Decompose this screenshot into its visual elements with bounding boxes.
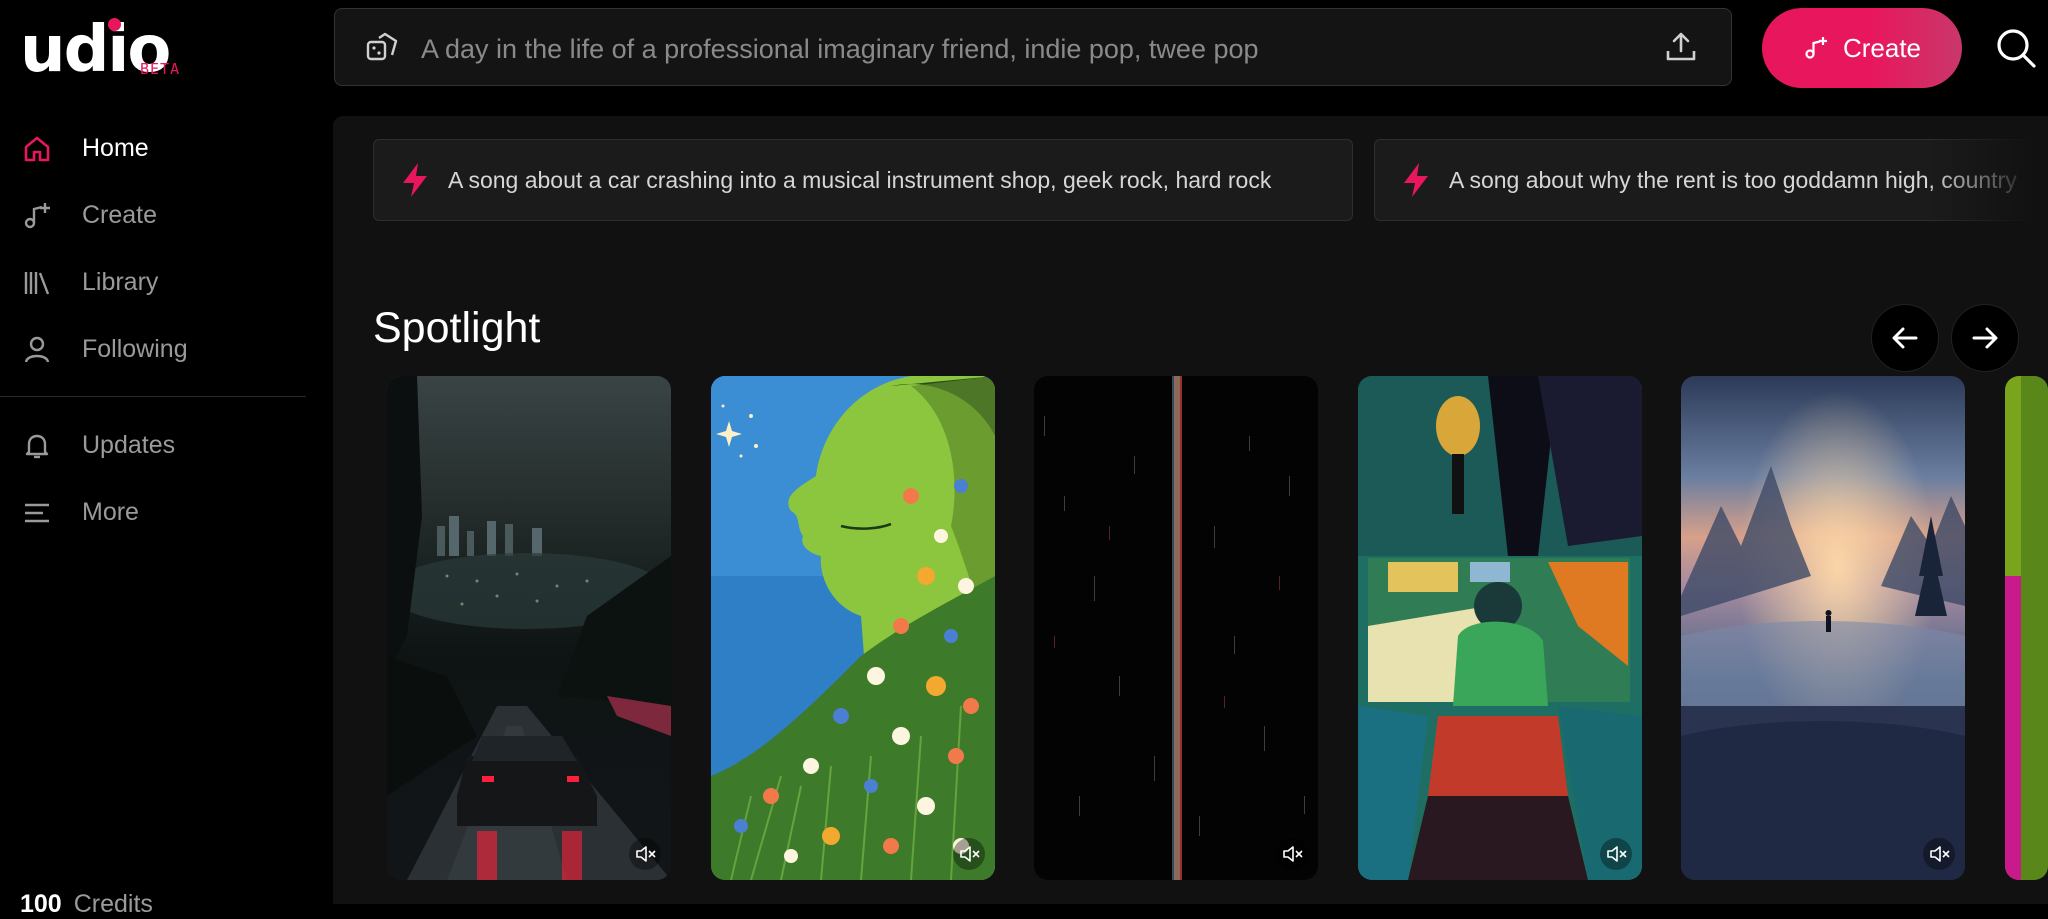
beta-badge: BETA xyxy=(140,60,181,78)
mute-button[interactable] xyxy=(1923,838,1955,870)
volume-mute-icon xyxy=(960,846,980,862)
home-icon xyxy=(24,136,50,162)
suggestion-chip[interactable]: A song about a car crashing into a music… xyxy=(373,139,1353,221)
udio-logo[interactable]: udio BETA xyxy=(20,18,230,82)
misty-mountain-sunset-art xyxy=(1681,376,1965,880)
main-content: A song about a car crashing into a music… xyxy=(333,116,2048,904)
credits-label: Credits xyxy=(73,890,153,918)
prompt-suggestions: A song about a car crashing into a music… xyxy=(373,139,2048,223)
sidebar-item-library[interactable]: Library xyxy=(0,254,306,310)
spotlight-card[interactable] xyxy=(1358,376,1642,880)
bell-icon xyxy=(25,434,49,459)
sidebar-item-more[interactable]: More xyxy=(0,484,306,540)
music-plus-icon xyxy=(24,203,50,229)
carousel-prev-button[interactable] xyxy=(1871,304,1939,372)
sidebar-item-label: Updates xyxy=(82,430,176,459)
spotlight-card[interactable] xyxy=(711,376,995,880)
spotlight-card[interactable] xyxy=(387,376,671,880)
mute-button[interactable] xyxy=(629,838,661,870)
sidebar-item-create[interactable]: Create xyxy=(0,187,306,243)
create-button-label: Create xyxy=(1842,32,1922,63)
section-title: Spotlight xyxy=(373,304,541,352)
partial-card-art xyxy=(2005,376,2048,880)
spotlight-card-partial[interactable] xyxy=(2005,376,2048,880)
user-icon xyxy=(24,336,50,363)
sidebar-divider xyxy=(0,396,306,397)
night-city-car-art xyxy=(387,376,671,880)
upload-icon[interactable] xyxy=(1663,29,1699,65)
painted-figure-art xyxy=(1358,376,1642,880)
sidebar-item-label: Home xyxy=(82,133,149,162)
lightning-icon xyxy=(1404,163,1428,197)
carousel-next-button[interactable] xyxy=(1951,304,2019,372)
dice-icon[interactable] xyxy=(365,31,399,65)
volume-mute-icon xyxy=(636,846,656,862)
suggestion-chip[interactable]: A song about why the rent is too goddamn… xyxy=(1374,139,2048,221)
sidebar-item-updates[interactable]: Updates xyxy=(0,417,306,473)
volume-mute-icon xyxy=(1283,846,1303,862)
mute-button[interactable] xyxy=(1276,838,1308,870)
credits-counter[interactable]: 100 Credits xyxy=(20,890,153,919)
logo-dot xyxy=(108,18,121,31)
sidebar-item-label: Library xyxy=(82,267,159,296)
green-face-flowers-art xyxy=(711,376,995,880)
suggestion-text: A song about why the rent is too goddamn… xyxy=(1449,166,2017,193)
suggestion-text: A song about a car crashing into a music… xyxy=(448,166,1272,193)
glitch-lines-art xyxy=(1034,376,1318,880)
menu-lines-icon xyxy=(25,503,49,523)
sidebar-item-label: Create xyxy=(82,200,158,229)
sidebar-item-label: Following xyxy=(82,334,188,363)
library-icon xyxy=(24,272,50,295)
sidebar-item-home[interactable]: Home xyxy=(0,120,306,176)
arrow-right-icon xyxy=(1972,327,1998,349)
lightning-icon xyxy=(403,163,427,197)
credits-value: 100 xyxy=(20,890,62,918)
spotlight-card[interactable] xyxy=(1034,376,1318,880)
create-button[interactable]: Create xyxy=(1762,8,1962,88)
prompt-input[interactable] xyxy=(419,23,1623,75)
top-bar: Create xyxy=(306,0,2048,116)
sidebar-item-label: More xyxy=(82,497,139,526)
mute-button[interactable] xyxy=(953,838,985,870)
sidebar-item-following[interactable]: Following xyxy=(0,321,306,377)
volume-mute-icon xyxy=(1607,846,1627,862)
spotlight-card[interactable] xyxy=(1681,376,1965,880)
prompt-box xyxy=(334,8,1732,86)
volume-mute-icon xyxy=(1930,846,1950,862)
mute-button[interactable] xyxy=(1600,838,1632,870)
arrow-left-icon xyxy=(1892,327,1918,349)
music-plus-icon xyxy=(1805,37,1827,59)
sidebar: udio BETA Home Create Library Following xyxy=(0,0,306,918)
search-icon[interactable] xyxy=(1992,24,2040,72)
